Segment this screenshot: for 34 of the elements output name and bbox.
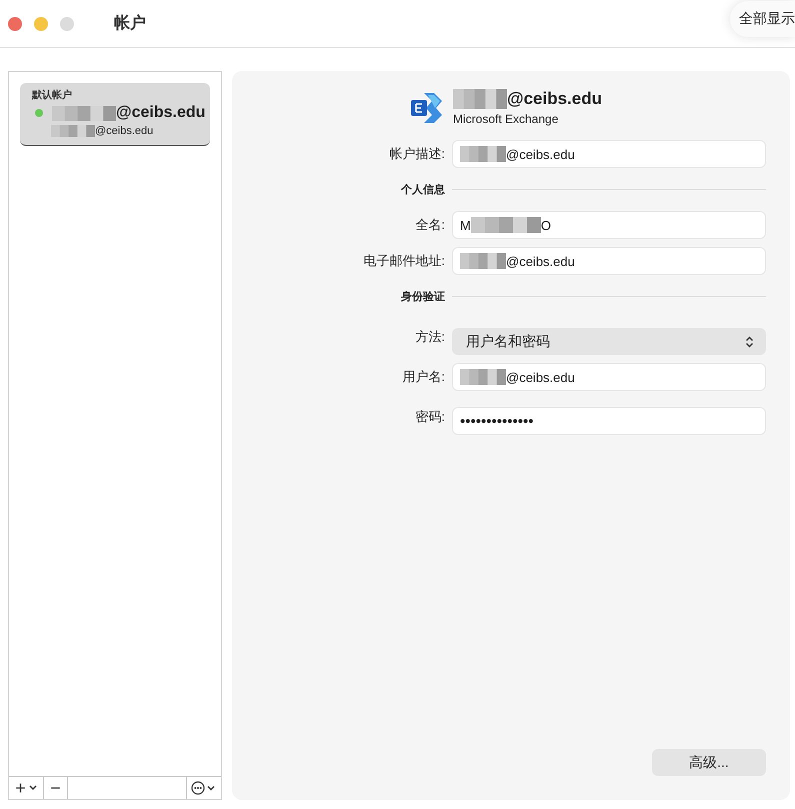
account-email: @ceibs.edu bbox=[95, 125, 154, 137]
field-text: M bbox=[460, 218, 471, 232]
input-field[interactable]: M O bbox=[452, 211, 766, 239]
input-field[interactable]: @ceibs.edu bbox=[452, 363, 766, 391]
account-name: @ceibs.edu bbox=[116, 104, 206, 122]
chevron-down-icon bbox=[28, 785, 37, 791]
minimize-button[interactable] bbox=[34, 16, 48, 30]
field-text: @ceibs.edu bbox=[506, 146, 575, 162]
window-title: 帐户 bbox=[114, 13, 146, 34]
advanced-button[interactable]: 高级... bbox=[652, 749, 766, 776]
section-heading: 身份验证 bbox=[400, 290, 445, 305]
method-popup[interactable]: 用户名和密码 bbox=[452, 328, 766, 355]
field-text: @ceibs.edu bbox=[506, 254, 575, 268]
field-label: 密码: bbox=[414, 408, 445, 426]
field-label: 方法: bbox=[414, 328, 445, 346]
section-heading: 个人信息 bbox=[400, 182, 445, 198]
input-field[interactable]: @ceibs.edu bbox=[452, 247, 766, 275]
input-field[interactable]: @ceibs.edu bbox=[452, 140, 766, 168]
show-all-button[interactable]: 全部显示 bbox=[730, 0, 795, 36]
field-label: 帐户描述: bbox=[388, 145, 445, 163]
group-label: 默认帐户 bbox=[32, 88, 73, 102]
password-dots: •••••••••••••• bbox=[460, 412, 534, 430]
field-text: @ceibs.edu bbox=[506, 370, 575, 384]
account-title: @ceibs.edu bbox=[507, 89, 602, 109]
field-label: 电子邮件地址: bbox=[362, 252, 445, 270]
close-button[interactable] bbox=[8, 16, 22, 30]
field-label: 全名: bbox=[414, 216, 445, 234]
account-list-item[interactable]: 默认帐户 @ceibs.edu @ceibs.edu bbox=[20, 83, 210, 146]
up-down-chevron-icon bbox=[745, 336, 754, 348]
field-label: 用户名: bbox=[401, 368, 445, 386]
account-type: Microsoft Exchange bbox=[453, 112, 560, 126]
password-field[interactable]: •••••••••••••• bbox=[452, 407, 766, 435]
exchange-logo-icon bbox=[410, 90, 444, 124]
field-text: O bbox=[540, 218, 551, 232]
